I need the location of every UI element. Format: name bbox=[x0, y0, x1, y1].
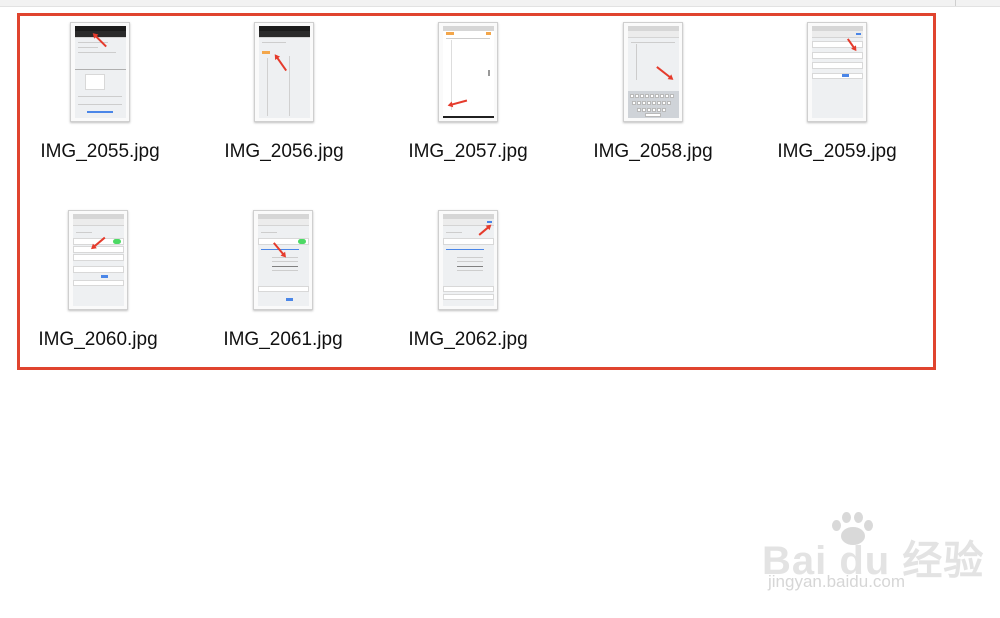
toolbar-divider bbox=[955, 0, 956, 6]
file-name: IMG_2057.jpg bbox=[408, 141, 528, 162]
file-item[interactable]: IMG_2059.jpg bbox=[762, 22, 912, 182]
file-item[interactable]: IMG_2056.jpg bbox=[209, 22, 359, 182]
file-item[interactable]: IMG_2058.jpg bbox=[578, 22, 728, 182]
file-name: IMG_2056.jpg bbox=[224, 141, 344, 162]
image-thumbnail bbox=[253, 210, 313, 310]
file-item[interactable]: IMG_2057.jpg bbox=[393, 22, 543, 182]
image-thumbnail bbox=[438, 22, 498, 122]
image-thumbnail bbox=[623, 22, 683, 122]
baidu-jingyan-watermark: Bai du 经验 jingyan.baidu.com bbox=[762, 512, 983, 602]
window-top-bar bbox=[0, 0, 1000, 7]
file-name: IMG_2061.jpg bbox=[223, 329, 343, 350]
file-name: IMG_2062.jpg bbox=[408, 329, 528, 350]
image-thumbnail bbox=[807, 22, 867, 122]
image-thumbnail bbox=[438, 210, 498, 310]
image-thumbnail bbox=[70, 22, 130, 122]
file-item[interactable]: IMG_2061.jpg bbox=[208, 210, 358, 370]
file-name: IMG_2055.jpg bbox=[40, 141, 160, 162]
image-thumbnail bbox=[254, 22, 314, 122]
image-thumbnail bbox=[68, 210, 128, 310]
file-item[interactable]: IMG_2062.jpg bbox=[393, 210, 543, 370]
file-name: IMG_2059.jpg bbox=[777, 141, 897, 162]
file-name: IMG_2060.jpg bbox=[38, 329, 158, 350]
file-item[interactable]: IMG_2060.jpg bbox=[23, 210, 173, 370]
file-item[interactable]: IMG_2055.jpg bbox=[25, 22, 175, 182]
watermark-url: jingyan.baidu.com bbox=[768, 572, 906, 591]
file-name: IMG_2058.jpg bbox=[593, 141, 713, 162]
